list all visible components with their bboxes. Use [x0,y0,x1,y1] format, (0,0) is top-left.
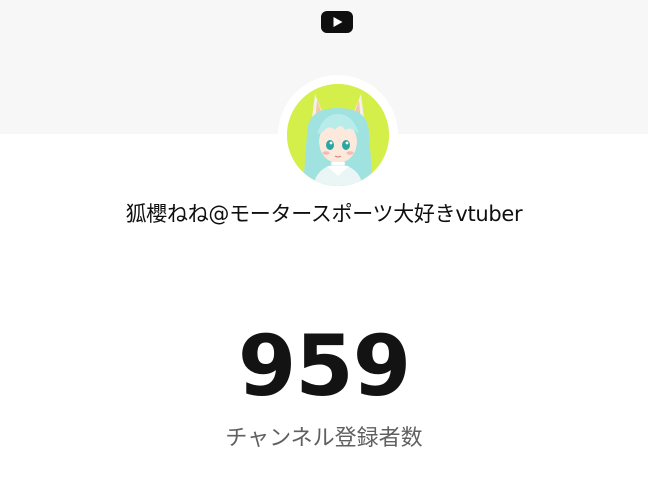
youtube-logo-icon[interactable] [321,11,353,33]
subscriber-count-page: 狐櫻ねね@モータースポーツ大好きvtuber 959 チャンネル登録者数 [0,0,648,499]
subscriber-count-label: チャンネル登録者数 [225,426,423,451]
subscriber-count: 959 [237,317,411,415]
channel-name[interactable]: 狐櫻ねね@モータースポーツ大好きvtuber [0,199,648,229]
channel-avatar[interactable] [287,84,389,186]
